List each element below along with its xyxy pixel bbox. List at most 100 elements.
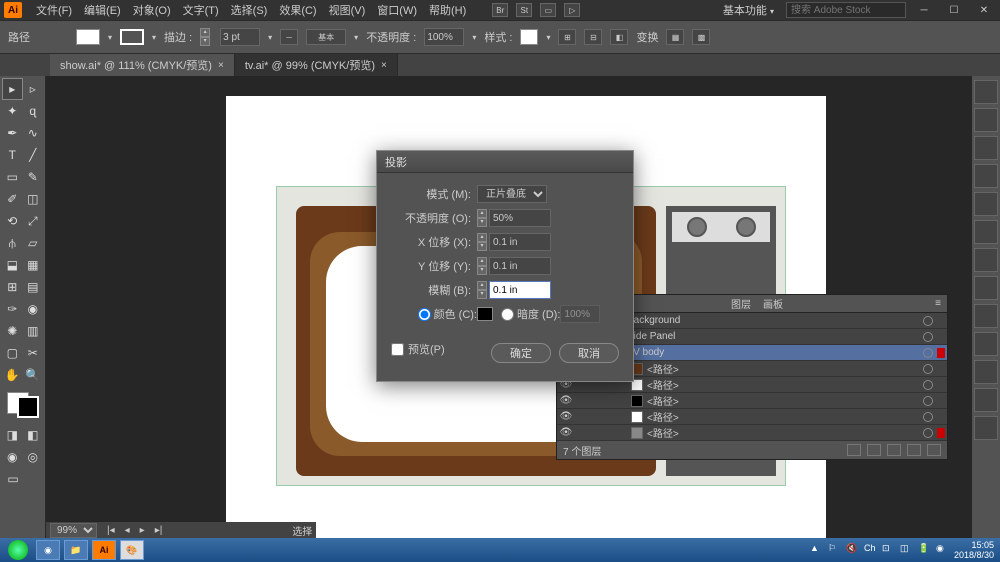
pen-tool-icon[interactable]: ✒ [2, 122, 23, 144]
artboard-tool-icon[interactable]: ▢ [2, 342, 23, 364]
search-input[interactable] [786, 2, 906, 18]
symbols-panel-icon[interactable] [974, 192, 998, 216]
asset-panel-icon[interactable] [974, 388, 998, 412]
color-panel-icon[interactable] [974, 108, 998, 132]
draw-mode-icon[interactable]: ◉ [2, 446, 23, 468]
shape-builder-tool-icon[interactable]: ⬓ [2, 254, 23, 276]
gradient-tool-icon[interactable]: ▤ [23, 276, 44, 298]
selection-tool-icon[interactable]: ▸ [2, 78, 23, 100]
menu-object[interactable]: 对象(O) [127, 2, 177, 18]
free-transform-tool-icon[interactable]: ▱ [23, 232, 44, 254]
flag-icon[interactable]: ⚐ [828, 543, 842, 557]
fill-stroke-control[interactable] [7, 392, 39, 418]
arrange-icon[interactable]: ▭ [540, 3, 556, 17]
align-icon-2[interactable]: ⊟ [584, 29, 602, 45]
y-offset-input[interactable] [489, 257, 551, 275]
magic-wand-tool-icon[interactable]: ✦ [2, 100, 23, 122]
fill-swatch[interactable] [76, 29, 100, 45]
ime-icon[interactable]: Ch [864, 543, 878, 557]
transparency-panel-icon[interactable] [974, 276, 998, 300]
darkness-radio[interactable] [501, 308, 514, 321]
graphic-styles-panel-icon[interactable] [974, 332, 998, 356]
isolate-icon-2[interactable]: ▩ [692, 29, 710, 45]
layers-panel-icon[interactable] [974, 360, 998, 384]
minimize-button[interactable]: ─ [912, 2, 936, 18]
stock-icon[interactable]: St [516, 3, 532, 17]
screen-mode-icon[interactable]: ▭ [2, 468, 24, 490]
zoom-tool-icon[interactable]: 🔍 [23, 364, 44, 386]
gradient-mode-icon[interactable]: ◧ [23, 424, 44, 446]
graph-tool-icon[interactable]: ▥ [23, 320, 44, 342]
menu-effect[interactable]: 效果(C) [273, 2, 322, 18]
tray-icon[interactable]: ◫ [900, 543, 914, 557]
menu-type[interactable]: 文字(T) [177, 2, 225, 18]
new-layer-icon[interactable] [907, 444, 921, 456]
menu-view[interactable]: 视图(V) [323, 2, 372, 18]
type-tool-icon[interactable]: T [2, 144, 23, 166]
align-icon[interactable]: ⊞ [558, 29, 576, 45]
shadow-color-swatch[interactable] [477, 307, 493, 321]
close-icon[interactable]: × [218, 60, 224, 71]
network-icon[interactable]: 🔇 [846, 543, 860, 557]
perspective-tool-icon[interactable]: ▦ [23, 254, 44, 276]
spinner-icon[interactable]: ▴▾ [477, 233, 487, 251]
stroke-panel-icon[interactable] [974, 220, 998, 244]
cancel-button[interactable]: 取消 [559, 343, 619, 363]
artboards-panel-icon[interactable] [974, 416, 998, 440]
shaper-tool-icon[interactable]: ✐ [2, 188, 23, 210]
ok-button[interactable]: 确定 [491, 343, 551, 363]
zoom-select[interactable]: 99% [50, 523, 97, 538]
slice-tool-icon[interactable]: ✂ [23, 342, 44, 364]
taskbar-clock[interactable]: 15:052018/8/30 [954, 540, 994, 560]
menu-help[interactable]: 帮助(H) [423, 2, 472, 18]
maximize-button[interactable]: ☐ [942, 2, 966, 18]
rotate-tool-icon[interactable]: ⟲ [2, 210, 23, 232]
lasso-tool-icon[interactable]: ɋ [23, 100, 44, 122]
hand-tool-icon[interactable]: ✋ [2, 364, 23, 386]
spinner-icon[interactable]: ▴▾ [477, 209, 487, 227]
direct-selection-tool-icon[interactable]: ▹ [23, 78, 43, 100]
variable-width-icon[interactable]: ─ [280, 29, 298, 45]
width-tool-icon[interactable]: ⫛ [2, 232, 23, 254]
taskbar-app-1[interactable]: ◉ [36, 540, 60, 560]
opacity-input[interactable] [424, 28, 464, 46]
make-clip-icon[interactable] [867, 444, 881, 456]
preview-checkbox[interactable] [391, 343, 404, 356]
tray-icon[interactable]: ⊡ [882, 543, 896, 557]
close-icon[interactable]: × [381, 60, 387, 71]
x-offset-input[interactable] [489, 233, 551, 251]
start-button[interactable] [2, 539, 34, 561]
visibility-icon[interactable]: 👁 [559, 395, 573, 406]
layers-tab[interactable]: 图层 [725, 296, 757, 311]
layer-row[interactable]: 👁<路径> [557, 425, 947, 441]
close-button[interactable]: ✕ [972, 2, 996, 18]
brushes-panel-icon[interactable] [974, 164, 998, 188]
brush-def-button[interactable]: 基本 [306, 29, 346, 45]
workspace-switcher[interactable]: 基本功能 ▾ [717, 2, 780, 18]
appearance-panel-icon[interactable] [974, 304, 998, 328]
paintbrush-tool-icon[interactable]: ✎ [23, 166, 44, 188]
visibility-icon[interactable]: 👁 [559, 411, 573, 422]
stroke-weight-input[interactable] [220, 28, 260, 46]
bridge-icon[interactable]: Br [492, 3, 508, 17]
rectangle-tool-icon[interactable]: ▭ [2, 166, 23, 188]
blend-tool-icon[interactable]: ◉ [23, 298, 44, 320]
visibility-icon[interactable]: 👁 [559, 427, 573, 438]
eraser-tool-icon[interactable]: ◫ [23, 188, 44, 210]
isolate-icon[interactable]: ▦ [666, 29, 684, 45]
opacity-input[interactable] [489, 209, 551, 227]
new-sublayer-icon[interactable] [887, 444, 901, 456]
menu-select[interactable]: 选择(S) [225, 2, 274, 18]
locate-icon[interactable] [847, 444, 861, 456]
panel-menu-icon[interactable]: ≡ [935, 298, 941, 309]
tray-icon[interactable]: ▲ [810, 543, 824, 557]
delete-layer-icon[interactable] [927, 444, 941, 456]
nav-prev-icon[interactable]: ◂ [125, 525, 130, 536]
draw-behind-icon[interactable]: ◎ [23, 446, 44, 468]
menu-edit[interactable]: 编辑(E) [78, 2, 127, 18]
color-radio[interactable] [418, 308, 431, 321]
gpu-icon[interactable]: ▷ [564, 3, 580, 17]
gradient-panel-icon[interactable] [974, 248, 998, 272]
menu-file[interactable]: 文件(F) [30, 2, 78, 18]
mesh-tool-icon[interactable]: ⊞ [2, 276, 23, 298]
